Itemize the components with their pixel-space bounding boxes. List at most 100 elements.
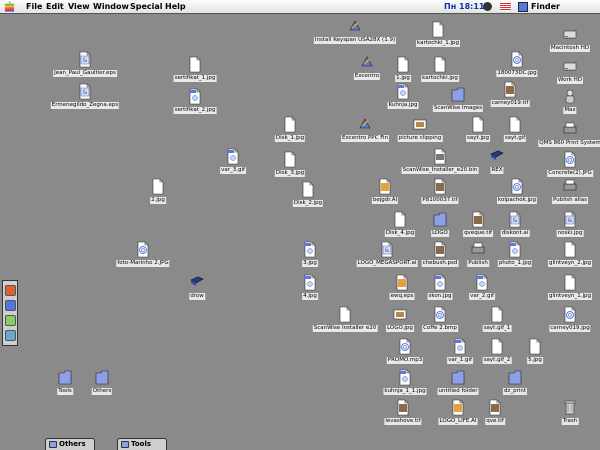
disk-icon bbox=[563, 30, 577, 39]
desktop-icon-label: ewq.eps bbox=[389, 293, 415, 300]
photo-icon bbox=[472, 211, 484, 228]
desktop-icon-label: Jean_Paul_Gaultier.eps bbox=[53, 70, 117, 77]
desktop-icon-label: Others bbox=[91, 388, 113, 395]
disk-icon bbox=[563, 62, 577, 71]
desktop-icon-label: Max bbox=[563, 107, 577, 114]
doc-icon bbox=[564, 241, 576, 258]
desktop-icon-label: chebush.psd bbox=[421, 260, 459, 267]
desktop-icon-label: ScanWise Images bbox=[432, 105, 484, 112]
doc-icon bbox=[472, 116, 484, 133]
launcher-app-icon[interactable] bbox=[5, 315, 16, 326]
desktop-icon-label: levashove.tif bbox=[384, 418, 422, 425]
menu-special[interactable]: Special bbox=[130, 0, 163, 13]
doc-icon bbox=[339, 306, 351, 323]
desktop-icon-label: Kuhnja.jpg bbox=[387, 102, 419, 109]
desktop-icon-label: LOGO.jpg bbox=[386, 325, 414, 332]
desktop-icon-label: 3.jpg bbox=[302, 260, 318, 267]
doc-icon bbox=[152, 178, 164, 195]
doc-icon bbox=[302, 181, 314, 198]
desktop-icon-label: Trash bbox=[561, 418, 579, 425]
desktop-icon-label: Ermenegildo_Zegna.eps bbox=[50, 102, 120, 109]
desktop-icon-label: REX bbox=[490, 167, 504, 174]
doc-icon bbox=[397, 56, 409, 73]
desktop-icon-label: sayt.gif bbox=[503, 135, 527, 142]
desktop-icon-label: Macintosh HD bbox=[549, 45, 591, 52]
svg-text:Q: Q bbox=[438, 313, 442, 319]
doc-icon bbox=[189, 56, 201, 73]
tab-others[interactable]: Others bbox=[45, 438, 95, 450]
svg-text:Q: Q bbox=[568, 158, 572, 164]
photo-icon bbox=[489, 399, 501, 416]
desktop-icon-label: Disk_1.jpg bbox=[274, 135, 306, 142]
desktop-icon-label: Install Keyspan USA28X (1.9) bbox=[313, 37, 397, 44]
folder-icon bbox=[49, 441, 57, 448]
desktop-icon-label: ScanWise_Installer_e20.bin bbox=[401, 167, 479, 174]
ai-icon bbox=[396, 274, 408, 291]
doc-icon bbox=[529, 338, 541, 355]
tab-tools[interactable]: Tools bbox=[117, 438, 167, 450]
keyboard-flag-icon[interactable] bbox=[500, 3, 511, 11]
desktop-icon-label: glintveyn_2.jpg bbox=[547, 260, 593, 267]
qt-icon: Q bbox=[564, 151, 576, 168]
jpeg-icon bbox=[397, 83, 409, 100]
desktop[interactable]: Install Keyspan USA28X (1.9) kartochki_1.… bbox=[0, 15, 600, 450]
desktop-icon-label: Concrete(2).JPG bbox=[547, 170, 593, 177]
desktop-icon-label: untitled folder bbox=[437, 388, 479, 395]
qt-icon: Q bbox=[434, 306, 446, 323]
desktop-icon-label: 180073DC.jpg bbox=[496, 70, 538, 77]
svg-text:Q: Q bbox=[141, 248, 145, 254]
doc-icon bbox=[434, 56, 446, 73]
jpeg-icon bbox=[434, 274, 446, 291]
menu-edit[interactable]: Edit bbox=[46, 0, 64, 13]
finder-icon bbox=[518, 2, 528, 12]
folder-icon bbox=[451, 370, 465, 385]
desktop-icon-label: 1.jpg bbox=[395, 75, 411, 82]
desktop-icon-label: sayt.gif_2 bbox=[482, 357, 512, 364]
clock[interactable]: Пн 18:11 bbox=[444, 0, 484, 13]
doc-icon bbox=[432, 21, 444, 38]
svg-text:&: & bbox=[513, 217, 518, 224]
eps-icon: & bbox=[79, 83, 91, 100]
svg-text:Q: Q bbox=[403, 345, 407, 351]
menu-view[interactable]: View bbox=[68, 0, 90, 13]
desktop-icon-label: var_2.gif bbox=[469, 293, 495, 300]
desktop-icon-label: QMS 860 Print System bbox=[538, 140, 600, 147]
folder-icon bbox=[433, 212, 447, 227]
tab-label: Others bbox=[59, 440, 86, 448]
folder-icon bbox=[95, 370, 109, 385]
launcher-app-icon[interactable] bbox=[5, 285, 16, 296]
desktop-icon-label: Coffe 2.bmp bbox=[422, 325, 458, 332]
user-icon bbox=[565, 89, 575, 104]
launcher-app-icon[interactable] bbox=[5, 330, 16, 341]
doc-icon bbox=[491, 306, 503, 323]
svg-text:Q: Q bbox=[515, 58, 519, 64]
desktop-icon-label: drow bbox=[189, 293, 205, 300]
svg-text:Q: Q bbox=[568, 313, 572, 319]
eps-icon: & bbox=[381, 241, 393, 258]
clip-icon bbox=[393, 309, 407, 320]
tab-label: Tools bbox=[131, 440, 152, 448]
gif-icon bbox=[454, 338, 466, 355]
svg-text:&: & bbox=[385, 247, 390, 254]
photo-icon bbox=[504, 81, 516, 98]
launcher-app-icon[interactable] bbox=[5, 300, 16, 311]
control-strip-icon[interactable] bbox=[483, 2, 492, 11]
photo-icon bbox=[434, 178, 446, 195]
desktop-icon-label: carney019.jpg bbox=[549, 325, 591, 332]
doc-icon bbox=[284, 116, 296, 133]
menu-file[interactable]: File bbox=[26, 0, 42, 13]
desktop-icon-label: Disk_4.jpg bbox=[384, 230, 416, 237]
photo-icon bbox=[397, 399, 409, 416]
folder-icon bbox=[121, 441, 129, 448]
menu-window[interactable]: Window bbox=[93, 0, 129, 13]
qt-icon: Q bbox=[511, 51, 523, 68]
apple-menu-icon[interactable] bbox=[4, 1, 15, 12]
menu-help[interactable]: Help bbox=[165, 0, 186, 13]
active-app-label[interactable]: Finder bbox=[531, 0, 560, 13]
desktop-icon-label: foto-Marinho 2.JPG bbox=[116, 260, 170, 267]
eps-icon: & bbox=[509, 211, 521, 228]
desktop-icon-label: Disk_3.jpg bbox=[274, 170, 306, 177]
desktop-icon-label: noski.jpg bbox=[556, 230, 584, 237]
doc-icon bbox=[394, 211, 406, 228]
desktop-icon-label: sertifikat_2.jpg bbox=[173, 107, 217, 114]
